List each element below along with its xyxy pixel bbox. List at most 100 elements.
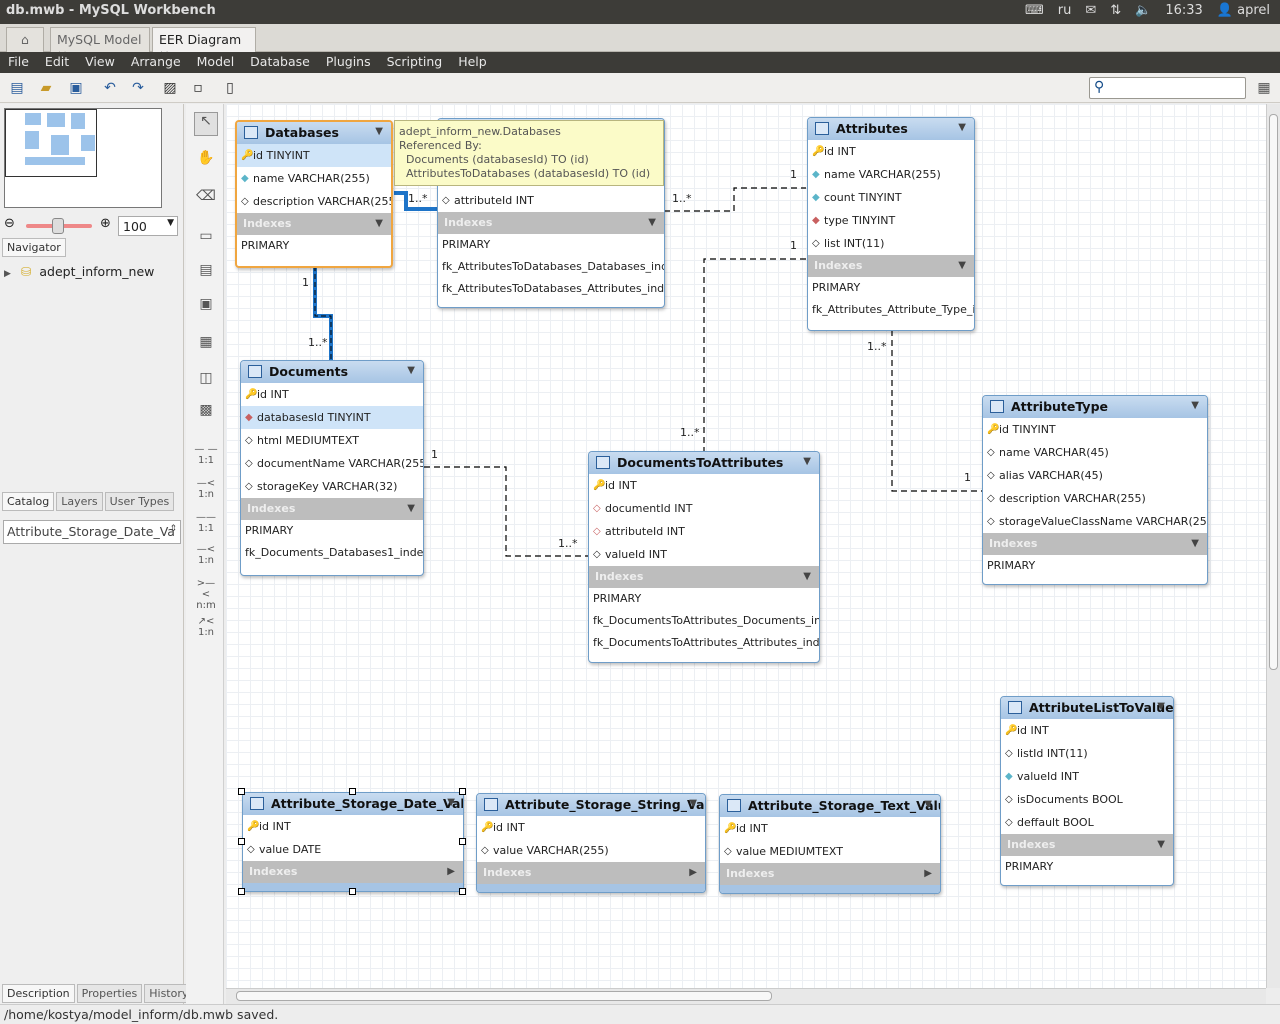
tab-navigator[interactable]: Navigator bbox=[2, 238, 66, 257]
horizontal-scrollbar[interactable] bbox=[226, 988, 1266, 1004]
column-row[interactable]: ◇ isDocuments BOOL bbox=[1001, 788, 1173, 811]
index-row[interactable]: fk_DocumentsToAttributes_Documents_index bbox=[589, 610, 819, 632]
new-model-icon[interactable]: ▤ bbox=[9, 80, 25, 96]
column-row[interactable]: ◇ description VARCHAR(255) bbox=[237, 190, 391, 213]
menu-edit[interactable]: Edit bbox=[37, 52, 77, 73]
column-row[interactable]: ◇ attributeId INT bbox=[589, 520, 819, 543]
column-row[interactable]: ◇ description VARCHAR(255) bbox=[983, 487, 1207, 510]
column-row[interactable]: ◆ name VARCHAR(255) bbox=[808, 163, 974, 186]
save-icon[interactable]: ▣ bbox=[68, 80, 84, 96]
column-row[interactable]: 🔑 id INT bbox=[720, 817, 940, 840]
indexes-header[interactable]: Indexes ▼ bbox=[1001, 834, 1173, 856]
chevron-down-icon[interactable]: ▼ bbox=[375, 213, 383, 235]
language-indicator[interactable]: ru bbox=[1058, 3, 1072, 18]
indexes-header[interactable]: Indexes ▼ bbox=[237, 213, 391, 235]
table-attribute-list-to-values[interactable]: AttributeListToValues ▼ 🔑 id INT ◇ listId I… bbox=[1000, 696, 1174, 886]
index-row[interactable]: PRIMARY bbox=[808, 277, 974, 299]
chevron-down-icon[interactable]: ▼ bbox=[924, 799, 932, 810]
column-row[interactable]: ◆ type TINYINT bbox=[808, 209, 974, 232]
tab-eer-diagram[interactable]: EER Diagram × bbox=[152, 27, 256, 62]
routine-group-icon[interactable]: ▩ bbox=[194, 402, 218, 418]
relation-existing-tool[interactable]: ↗< 1:n bbox=[194, 616, 218, 638]
eraser-tool-icon[interactable]: ⌫ bbox=[194, 188, 218, 204]
vertical-scroll-thumb[interactable] bbox=[1269, 114, 1278, 670]
tab-properties[interactable]: Properties bbox=[76, 984, 143, 1003]
hand-tool-icon[interactable]: ✋ bbox=[194, 150, 218, 166]
column-row[interactable]: ◆ databasesId TINYINT bbox=[241, 406, 423, 429]
panel-toggle-icon[interactable]: ▦ bbox=[1256, 80, 1272, 96]
relation-1-n-tool[interactable]: —< 1:n bbox=[194, 478, 218, 500]
relation-1-n-id-tool[interactable]: —< 1:n bbox=[194, 544, 218, 566]
indexes-header[interactable]: Indexes ▼ bbox=[438, 212, 664, 234]
indexes-header[interactable]: Indexes ▼ bbox=[808, 255, 974, 277]
table-tool-icon[interactable]: ▦ bbox=[194, 334, 218, 350]
menu-database[interactable]: Database bbox=[242, 52, 318, 73]
chevron-down-icon[interactable]: ▼ bbox=[1157, 701, 1165, 712]
chevron-down-icon[interactable]: ▼ bbox=[1191, 533, 1199, 555]
column-row[interactable]: 🔑 id INT bbox=[477, 816, 705, 839]
navigator-minimap[interactable] bbox=[4, 108, 162, 208]
new-diagram-icon[interactable]: ▯ bbox=[222, 80, 238, 96]
table-header[interactable]: Attribute_Storage_Date_Value ▼ bbox=[243, 793, 463, 815]
spin-icon[interactable]: ⇕ bbox=[169, 524, 177, 534]
column-row[interactable]: ◇ deffault BOOL bbox=[1001, 811, 1173, 834]
column-row[interactable]: ◇ list INT(11) bbox=[808, 232, 974, 255]
chevron-right-icon[interactable]: ▶ bbox=[447, 861, 455, 883]
column-row[interactable]: ◇ alias VARCHAR(45) bbox=[983, 464, 1207, 487]
resize-handle[interactable] bbox=[238, 788, 245, 795]
chevron-down-icon[interactable]: ▼ bbox=[958, 255, 966, 277]
column-row[interactable]: ◇ storageKey VARCHAR(32) bbox=[241, 475, 423, 498]
index-row[interactable]: PRIMARY bbox=[983, 555, 1207, 577]
undo-icon[interactable]: ↶ bbox=[102, 80, 118, 96]
table-documents[interactable]: Documents ▼ 🔑 id INT ◆ databasesId TINYINT … bbox=[240, 360, 424, 576]
column-row[interactable]: ◇ html MEDIUMTEXT bbox=[241, 429, 423, 452]
menu-model[interactable]: Model bbox=[189, 52, 243, 73]
column-row[interactable]: ◇ name VARCHAR(45) bbox=[983, 441, 1207, 464]
chevron-down-icon[interactable]: ▼ bbox=[689, 798, 697, 809]
table-attributes[interactable]: Attributes ▼ 🔑 id INT ◆ name VARCHAR(255) ◆… bbox=[807, 117, 975, 331]
schema-name[interactable]: adept_inform_new bbox=[39, 264, 154, 279]
indexes-header[interactable]: Indexes ▼ bbox=[983, 533, 1207, 555]
column-row[interactable]: 🔑 id TINYINT bbox=[983, 418, 1207, 441]
chevron-down-icon[interactable]: ▼ bbox=[407, 498, 415, 520]
column-row[interactable]: ◇ documentName VARCHAR(255) bbox=[241, 452, 423, 475]
resize-handle[interactable] bbox=[238, 838, 245, 845]
resize-handle[interactable] bbox=[459, 788, 466, 795]
tab-description[interactable]: Description bbox=[2, 984, 75, 1003]
resize-handle[interactable] bbox=[459, 838, 466, 845]
menu-view[interactable]: View bbox=[77, 52, 123, 73]
index-row[interactable]: PRIMARY bbox=[237, 235, 391, 257]
diagram-canvas[interactable]: 1 1..* 1..* 1..* 1 1 1..* 1..* 1 1 1..* … bbox=[226, 104, 1266, 988]
menu-help[interactable]: Help bbox=[450, 52, 495, 73]
tab-catalog[interactable]: Catalog bbox=[2, 492, 55, 511]
table-header[interactable]: AttributeType ▼ bbox=[983, 396, 1207, 418]
view-tool-icon[interactable]: ◫ bbox=[194, 370, 218, 386]
table-header[interactable]: Documents ▼ bbox=[241, 361, 423, 383]
open-icon[interactable]: ▰ bbox=[38, 80, 54, 96]
indexes-header[interactable]: Indexes ▶ bbox=[720, 863, 940, 885]
table-attribute-storage-text-value[interactable]: Attribute_Storage_Text_Value ▼ 🔑 id INT ◇ v… bbox=[719, 794, 941, 894]
note-tool-icon[interactable]: ▤ bbox=[194, 262, 218, 278]
zoom-slider-handle[interactable] bbox=[52, 218, 64, 234]
column-row[interactable]: ◇ listId INT(11) bbox=[1001, 742, 1173, 765]
column-row[interactable]: ◇ value DATE bbox=[243, 838, 463, 861]
column-row[interactable]: 🔑 id INT bbox=[589, 474, 819, 497]
index-row[interactable]: PRIMARY bbox=[241, 520, 423, 542]
index-row[interactable]: fk_AttributesToDatabases_Databases_index bbox=[438, 256, 664, 278]
object-selector[interactable]: Attribute_Storage_Date_Va ⇕ bbox=[3, 520, 181, 544]
volume-icon[interactable]: 🔈 bbox=[1135, 3, 1151, 18]
column-row[interactable]: ◇ valueId INT bbox=[589, 543, 819, 566]
redo-icon[interactable]: ↷ bbox=[130, 80, 146, 96]
column-row[interactable]: 🔑 id TINYINT bbox=[237, 144, 391, 167]
chevron-down-icon[interactable]: ▼ bbox=[1157, 834, 1165, 856]
expand-arrow-icon[interactable]: ▶ bbox=[4, 269, 11, 279]
column-row[interactable]: 🔑 id INT bbox=[808, 140, 974, 163]
column-row[interactable]: 🔑 id INT bbox=[241, 383, 423, 406]
keyboard-icon[interactable]: ⌨ bbox=[1025, 3, 1044, 18]
resize-handle[interactable] bbox=[349, 788, 356, 795]
table-attribute-storage-date-value[interactable]: Attribute_Storage_Date_Value ▼ 🔑 id INT ◇ v… bbox=[242, 792, 464, 892]
tab-mysql-model[interactable]: MySQL Model × bbox=[50, 27, 150, 62]
table-header[interactable]: Databases ▼ bbox=[237, 122, 391, 144]
table-documents-to-attributes[interactable]: DocumentsToAttributes ▼ 🔑 id INT ◇ document… bbox=[588, 451, 820, 663]
layer-tool-icon[interactable]: ▭ bbox=[194, 228, 218, 244]
